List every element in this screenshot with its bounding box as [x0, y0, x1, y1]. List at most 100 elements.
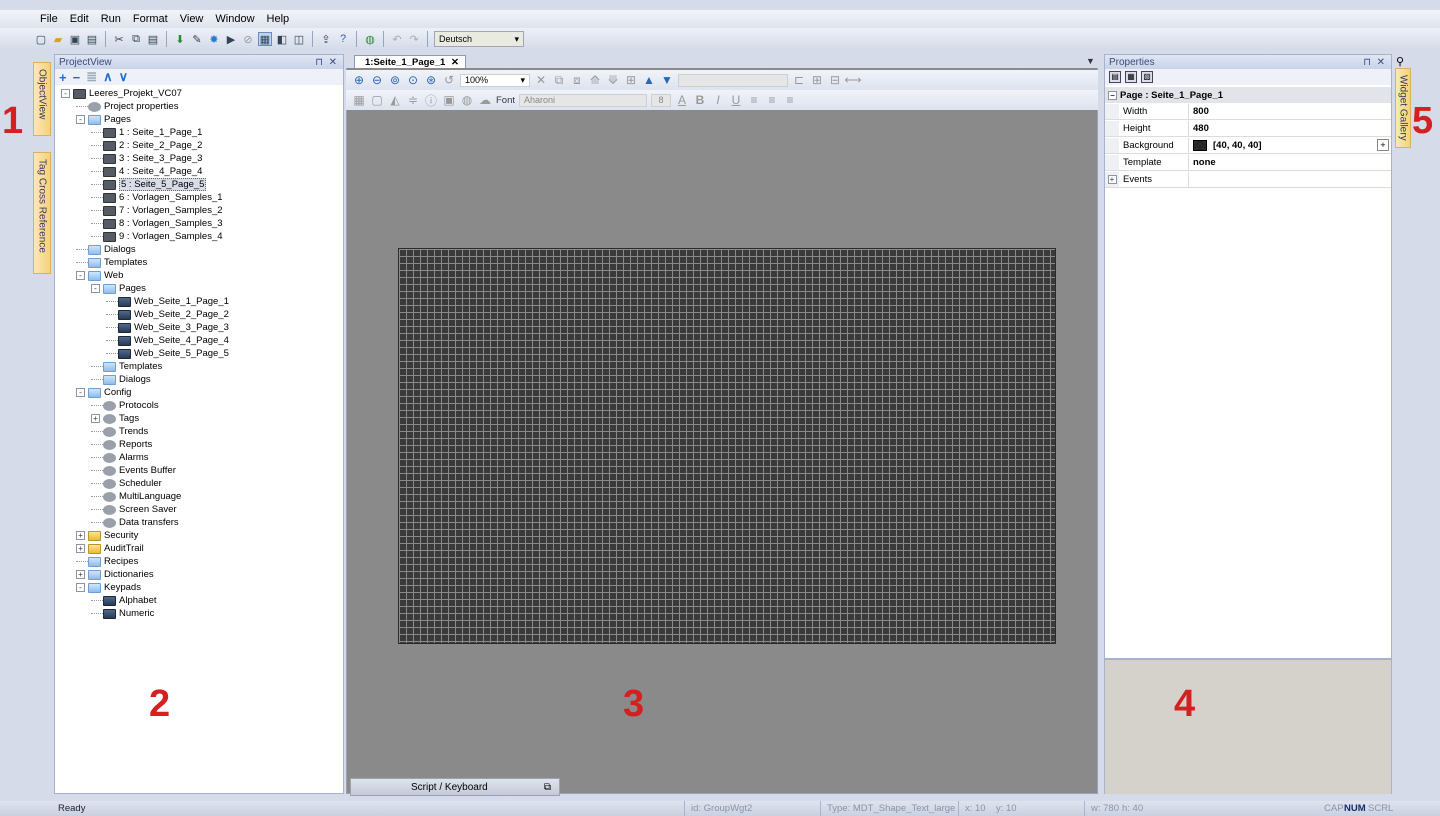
- tree-item[interactable]: 9 : Vorlagen_Samples_4: [91, 230, 223, 243]
- tree-item[interactable]: - Leeres_Projekt_VC07: [61, 87, 182, 100]
- property-row-background[interactable]: Background [40, 40, 40] +: [1105, 138, 1391, 154]
- tree-item[interactable]: 5 : Seite_5_Page_5: [91, 178, 207, 191]
- font-family-field[interactable]: Aharoni: [519, 93, 648, 107]
- cut-icon[interactable]: ✂: [112, 32, 126, 46]
- layer-up-icon[interactable]: ▲: [642, 73, 656, 87]
- menu-help[interactable]: Help: [261, 13, 296, 25]
- debug-icon[interactable]: ✸: [207, 32, 221, 46]
- run-icon[interactable]: ▶: [224, 32, 238, 46]
- property-value[interactable]: 800: [1189, 104, 1391, 119]
- language-select[interactable]: Deutsch ▾: [434, 31, 524, 47]
- tree-item[interactable]: + Security: [76, 529, 138, 542]
- group-icon[interactable]: ⧉: [552, 73, 566, 87]
- distribute-icon[interactable]: ⟷: [844, 73, 861, 87]
- comment-icon[interactable]: ☁: [478, 93, 492, 107]
- page-canvas[interactable]: [398, 248, 1056, 644]
- italic-icon[interactable]: I: [711, 93, 725, 107]
- expand-button[interactable]: +: [1377, 139, 1389, 151]
- align-left-icon[interactable]: ⊏: [792, 73, 806, 87]
- delete-icon[interactable]: ✕: [534, 73, 548, 87]
- collapse-icon[interactable]: -: [76, 115, 85, 124]
- close-icon[interactable]: ✕: [329, 57, 337, 68]
- bold-icon[interactable]: B: [693, 93, 707, 107]
- image-icon[interactable]: ▣: [442, 93, 456, 107]
- property-row-events[interactable]: + Events: [1105, 172, 1391, 188]
- expand-icon[interactable]: +: [76, 531, 85, 540]
- ungroup-icon[interactable]: ⧈: [570, 73, 584, 87]
- move-down-icon[interactable]: ∨: [119, 69, 129, 85]
- zoom-selection-icon[interactable]: ⊙: [406, 73, 420, 87]
- document-tab[interactable]: 1:Seite_1_Page_1 ✕: [354, 55, 466, 68]
- alphabetical-icon[interactable]: ▦: [1125, 71, 1137, 83]
- expand-icon[interactable]: +: [76, 544, 85, 553]
- menu-window[interactable]: Window: [209, 13, 260, 25]
- menu-view[interactable]: View: [174, 13, 210, 25]
- tree-item[interactable]: + Dictionaries: [76, 568, 154, 581]
- collapse-icon[interactable]: -: [76, 388, 85, 397]
- widget-gallery-pin-icon[interactable]: ⚲: [1396, 55, 1404, 68]
- shape-icon[interactable]: ◭: [388, 93, 402, 107]
- menu-edit[interactable]: Edit: [64, 13, 95, 25]
- property-value[interactable]: [1189, 172, 1391, 187]
- tree-item[interactable]: - Web: [76, 269, 123, 282]
- close-icon[interactable]: ✕: [1377, 57, 1385, 68]
- zoom-select[interactable]: 100% ▾: [460, 73, 530, 87]
- align-text-right-icon[interactable]: ≡: [783, 93, 797, 107]
- tree-item[interactable]: Web_Seite_4_Page_4: [106, 334, 229, 347]
- collapse-icon[interactable]: −: [1108, 90, 1117, 100]
- align-center-icon[interactable]: ⊞: [810, 73, 824, 87]
- globe-icon[interactable]: ◍: [363, 32, 377, 46]
- save-icon[interactable]: ▣: [68, 32, 82, 46]
- tree-item[interactable]: + AuditTrail: [76, 542, 144, 555]
- help-icon[interactable]: ?: [336, 32, 350, 46]
- tree-item[interactable]: 1 : Seite_1_Page_1: [91, 126, 202, 139]
- order-icon[interactable]: ⊞: [624, 73, 638, 87]
- widget-gallery-tab[interactable]: Widget Gallery: [1395, 68, 1411, 148]
- undo-icon[interactable]: ↶: [390, 32, 404, 46]
- zoom-page-icon[interactable]: ⊛: [424, 73, 438, 87]
- tree-item[interactable]: Reports: [91, 438, 152, 451]
- stop-icon[interactable]: ⊘: [241, 32, 255, 46]
- tree-item[interactable]: Web_Seite_2_Page_2: [106, 308, 229, 321]
- property-row-height[interactable]: Height 480: [1105, 121, 1391, 137]
- move-up-icon[interactable]: ∧: [103, 69, 113, 85]
- add-icon[interactable]: +: [59, 70, 67, 85]
- tree-item[interactable]: Web_Seite_3_Page_3: [106, 321, 229, 334]
- property-value[interactable]: [40, 40, 40]: [1189, 138, 1375, 153]
- property-row-width[interactable]: Width 800: [1105, 104, 1391, 120]
- tree-item[interactable]: - Pages: [91, 282, 146, 295]
- property-pages-icon[interactable]: ▧: [1141, 71, 1153, 83]
- font-color-icon[interactable]: A: [675, 93, 689, 107]
- tree-item[interactable]: Trends: [91, 425, 148, 438]
- collapse-icon[interactable]: -: [76, 583, 85, 592]
- tree-item[interactable]: 3 : Seite_3_Page_3: [91, 152, 202, 165]
- align-icon[interactable]: ◫: [292, 32, 306, 46]
- fill-icon[interactable]: ◍: [460, 93, 474, 107]
- layer-field[interactable]: [678, 73, 788, 87]
- new-file-icon[interactable]: ▢: [34, 32, 48, 46]
- grid-icon[interactable]: ▦: [352, 93, 366, 107]
- zoom-fit-icon[interactable]: ⊚: [388, 73, 402, 87]
- tree-item[interactable]: 6 : Vorlagen_Samples_1: [91, 191, 223, 204]
- bring-front-icon[interactable]: ⟰: [588, 73, 602, 87]
- zoom-out-icon[interactable]: ⊖: [370, 73, 384, 87]
- expand-icon[interactable]: +: [1107, 175, 1117, 184]
- property-value[interactable]: none: [1189, 155, 1391, 170]
- pin-icon[interactable]: ⊓: [1363, 57, 1371, 68]
- tree-item[interactable]: Protocols: [91, 399, 159, 412]
- tree-item[interactable]: Recipes: [76, 555, 138, 568]
- tree-item[interactable]: - Config: [76, 386, 131, 399]
- align-text-center-icon[interactable]: ≡: [765, 93, 779, 107]
- tree-item[interactable]: Data transfers: [91, 516, 179, 529]
- remove-icon[interactable]: −: [73, 70, 81, 85]
- frame-icon[interactable]: ▢: [370, 93, 384, 107]
- tree-item[interactable]: Web_Seite_1_Page_1: [106, 295, 229, 308]
- property-row-template[interactable]: Template none: [1105, 155, 1391, 171]
- open-folder-icon[interactable]: ▰: [51, 32, 65, 46]
- tree-item[interactable]: - Pages: [76, 113, 131, 126]
- tree-item[interactable]: Events Buffer: [91, 464, 176, 477]
- menu-format[interactable]: Format: [127, 13, 174, 25]
- paste-icon[interactable]: ▤: [146, 32, 160, 46]
- tree-item[interactable]: Web_Seite_5_Page_5: [106, 347, 229, 360]
- underline-icon[interactable]: U: [729, 93, 743, 107]
